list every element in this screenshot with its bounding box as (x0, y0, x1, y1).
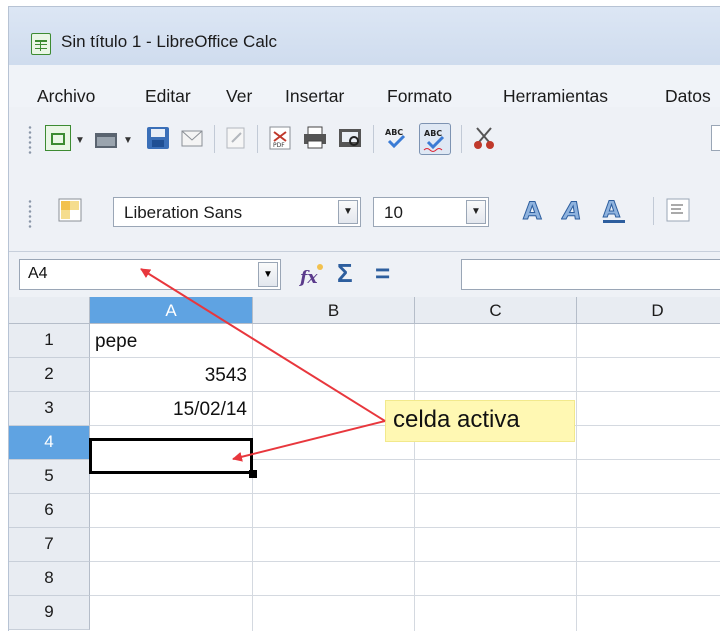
annotation-arrows (140, 268, 386, 462)
arrow-to-name-box (140, 268, 386, 422)
libreoffice-calc-window: Sin título 1 - LibreOffice Calc Archivo … (8, 6, 720, 631)
arrow-to-active-cell (232, 420, 386, 462)
